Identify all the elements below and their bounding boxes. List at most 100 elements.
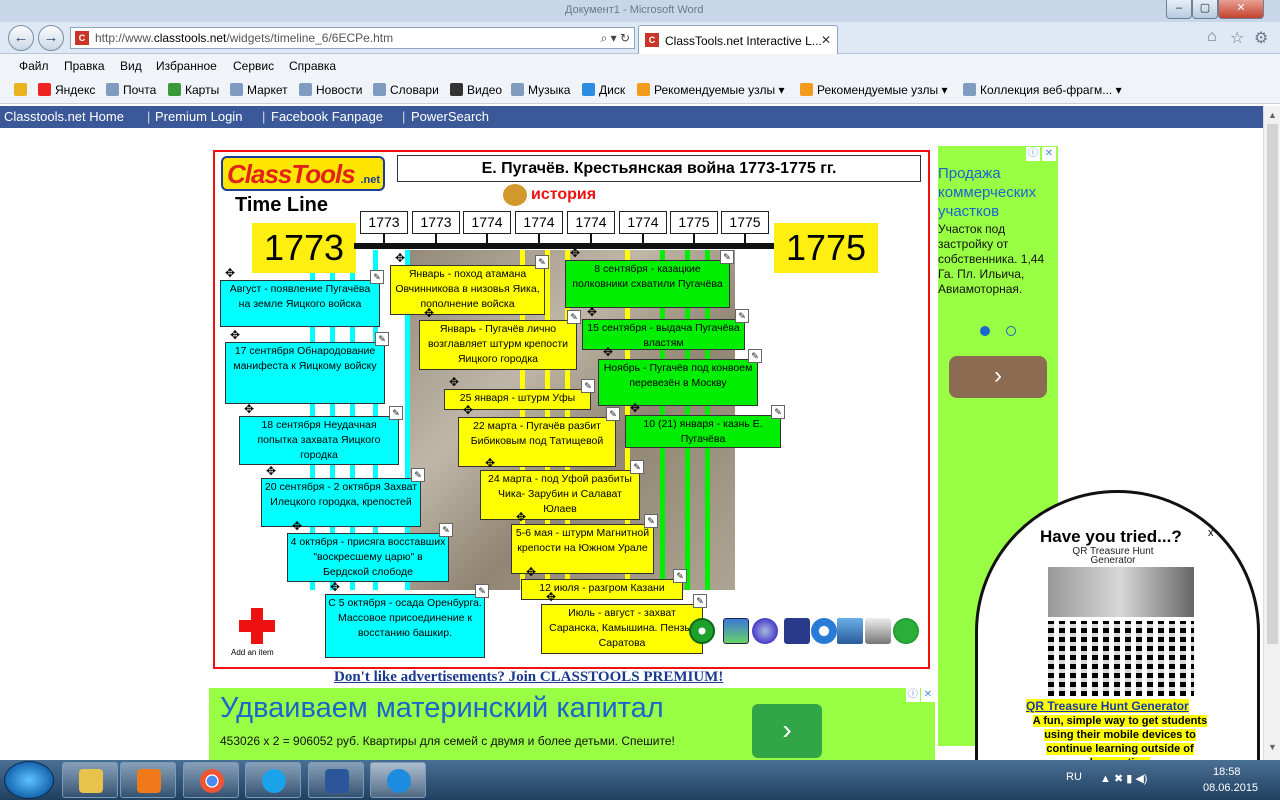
- edit-pin-icon[interactable]: ✎: [606, 407, 620, 421]
- event-card[interactable]: Ноябрь - Пугачёв под конвоем перевезён в…: [598, 359, 758, 406]
- move-handle-icon[interactable]: ✥: [629, 402, 641, 414]
- event-card[interactable]: Январь - поход атамана Овчинникова в низ…: [390, 265, 545, 315]
- scroll-up-icon[interactable]: ▲: [1264, 110, 1280, 120]
- back-button[interactable]: ←: [8, 25, 34, 51]
- print-icon[interactable]: [865, 618, 891, 644]
- nav-facebook-link[interactable]: Facebook Fanpage: [271, 109, 383, 124]
- event-card[interactable]: 20 сентября - 2 октября Захват Илецкого …: [261, 478, 421, 527]
- popup-close-icon[interactable]: x: [1208, 527, 1214, 539]
- popup-link[interactable]: QR Treasure Hunt Generator: [1026, 699, 1189, 713]
- ad-info-icon[interactable]: ⓘ: [1026, 147, 1040, 161]
- clock-time[interactable]: 18:58: [1213, 766, 1241, 778]
- event-card[interactable]: 8 сентября - казацкие полковники схватил…: [565, 260, 730, 308]
- popup-photo[interactable]: [1048, 567, 1194, 617]
- language-indicator[interactable]: RU: [1066, 771, 1082, 783]
- edit-pin-icon[interactable]: ✎: [475, 584, 489, 598]
- event-card[interactable]: 4 октября - присяга восставших "воскресш…: [287, 533, 449, 582]
- move-handle-icon[interactable]: ✥: [484, 457, 496, 469]
- nav-powersearch-link[interactable]: PowerSearch: [411, 109, 489, 124]
- add-item-button[interactable]: Add an item: [229, 604, 284, 664]
- fav-mail[interactable]: Почта: [106, 83, 156, 97]
- edit-pin-icon[interactable]: ✎: [735, 309, 749, 323]
- start-button[interactable]: [4, 761, 54, 799]
- settings-icon[interactable]: [811, 618, 837, 644]
- close-window-button[interactable]: ✕: [1218, 0, 1264, 19]
- forward-button[interactable]: →: [38, 25, 64, 51]
- minimize-button[interactable]: –: [1166, 0, 1192, 19]
- fav-dictionaries[interactable]: Словари: [373, 83, 439, 97]
- carousel-dot-active[interactable]: [980, 326, 990, 336]
- clock-date[interactable]: 08.06.2015: [1203, 782, 1258, 794]
- event-card[interactable]: Июль - август - захват Саранска, Камышин…: [541, 604, 703, 654]
- move-handle-icon[interactable]: ✥: [586, 306, 598, 318]
- fav-news[interactable]: Новости: [299, 83, 362, 97]
- fav-disk[interactable]: Диск: [582, 83, 625, 97]
- edit-pin-icon[interactable]: ✎: [439, 523, 453, 537]
- help-icon[interactable]: [893, 618, 919, 644]
- nav-premium-link[interactable]: Premium Login: [155, 109, 242, 124]
- menu-help[interactable]: Справка: [289, 59, 336, 73]
- classtools-logo[interactable]: ClassTools .net: [221, 156, 385, 191]
- edit-pin-icon[interactable]: ✎: [771, 405, 785, 419]
- move-handle-icon[interactable]: ✥: [224, 267, 236, 279]
- move-handle-icon[interactable]: ✥: [229, 329, 241, 341]
- taskbar-skype[interactable]: [245, 762, 301, 798]
- event-card[interactable]: 18 сентября Неудачная попытка захвата Яи…: [239, 416, 399, 465]
- maximize-button[interactable]: ▢: [1192, 0, 1218, 19]
- event-card[interactable]: 24 марта - под Уфой разбиты Чика- Заруби…: [480, 470, 640, 520]
- move-handle-icon[interactable]: ✥: [545, 591, 557, 603]
- fav-video[interactable]: Видео: [450, 83, 502, 97]
- fav-add-icon[interactable]: [14, 83, 31, 97]
- nav-home-link[interactable]: Classtools.net Home: [4, 109, 124, 124]
- edit-pin-icon[interactable]: ✎: [375, 332, 389, 346]
- fav-yandex[interactable]: Яндекс: [38, 83, 95, 97]
- ad-close-icon[interactable]: ✕: [1042, 147, 1056, 161]
- tray-icons[interactable]: ▲ ✖ ▮ ◀): [1100, 772, 1147, 785]
- browser-tab[interactable]: C ClassTools.net Interactive L... ✕: [638, 25, 838, 54]
- scrollbar-thumb[interactable]: [1267, 124, 1278, 644]
- premium-link[interactable]: Don't like advertisements? Join CLASSTOO…: [334, 669, 723, 686]
- ad-right-next-button[interactable]: ›: [949, 356, 1047, 398]
- taskbar-explorer[interactable]: [62, 762, 118, 798]
- ad-bottom[interactable]: ⓘ ✕ Удваиваем материнский капитал 453026…: [209, 688, 935, 760]
- edit-pin-icon[interactable]: ✎: [389, 406, 403, 420]
- move-handle-icon[interactable]: ✥: [394, 252, 406, 264]
- edit-pin-icon[interactable]: ✎: [630, 460, 644, 474]
- event-card[interactable]: Август - появление Пугачёва на земле Яиц…: [220, 280, 380, 327]
- event-card[interactable]: Январь - Пугачёв лично возглавляет штурм…: [419, 320, 577, 370]
- event-card[interactable]: 22 марта - Пугачёв разбит Бибиковым под …: [458, 417, 616, 467]
- event-card[interactable]: С 5 октября - осада Оренбурга. Массовое …: [325, 594, 485, 658]
- address-tools-icon[interactable]: ⌕ ▾ ↻: [601, 28, 630, 48]
- delete-icon[interactable]: [689, 618, 715, 644]
- scroll-down-icon[interactable]: ▼: [1264, 742, 1280, 752]
- move-handle-icon[interactable]: ✥: [291, 520, 303, 532]
- edit-pin-icon[interactable]: ✎: [567, 310, 581, 324]
- menu-tools[interactable]: Сервис: [233, 59, 274, 73]
- fav-recommended-2[interactable]: Рекомендуемые узлы ▾: [800, 83, 948, 97]
- ad-bottom-heading[interactable]: Удваиваем материнский капитал: [220, 692, 664, 725]
- edit-pin-icon[interactable]: ✎: [411, 468, 425, 482]
- move-handle-icon[interactable]: ✥: [525, 566, 537, 578]
- event-card[interactable]: 17 сентября Обнародование манифеста к Яи…: [225, 342, 385, 404]
- menu-edit[interactable]: Правка: [64, 59, 105, 73]
- edit-pin-icon[interactable]: ✎: [720, 250, 734, 264]
- move-handle-icon[interactable]: ✥: [602, 346, 614, 358]
- move-handle-icon[interactable]: ✥: [569, 247, 581, 259]
- move-handle-icon[interactable]: ✥: [462, 404, 474, 416]
- edit-pin-icon[interactable]: ✎: [693, 594, 707, 608]
- ad-close-icon[interactable]: ✕: [921, 688, 935, 702]
- globe-icon[interactable]: [752, 618, 778, 644]
- move-handle-icon[interactable]: ✥: [329, 581, 341, 593]
- address-bar[interactable]: C http://www.classtools.net/widgets/time…: [70, 27, 635, 49]
- edit-pin-icon[interactable]: ✎: [370, 270, 384, 284]
- fav-webslice-gallery[interactable]: Коллекция веб-фрагм... ▾: [963, 83, 1122, 97]
- ad-info-icon[interactable]: ⓘ: [906, 688, 920, 702]
- windows-icon[interactable]: [837, 618, 863, 644]
- event-card[interactable]: 10 (21) января - казнь Е. Пугачёва: [625, 415, 781, 448]
- menu-view[interactable]: Вид: [120, 59, 142, 73]
- move-handle-icon[interactable]: ✥: [448, 376, 460, 388]
- home-icon[interactable]: ⌂: [1207, 28, 1217, 46]
- edit-pin-icon[interactable]: ✎: [748, 349, 762, 363]
- menu-favorites[interactable]: Избранное: [156, 59, 217, 73]
- carousel-dot[interactable]: [1006, 326, 1016, 336]
